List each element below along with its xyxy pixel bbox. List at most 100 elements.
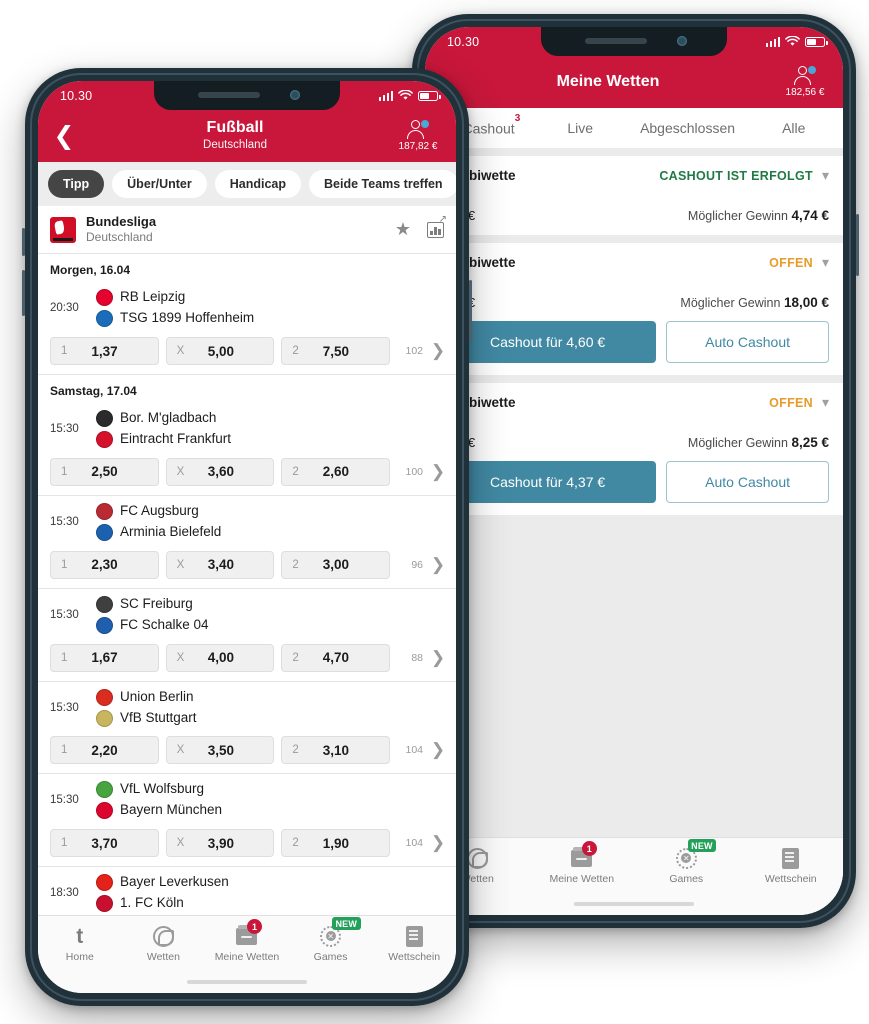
front-camera [677, 36, 687, 46]
match-info: 18:30 Bayer Leverkusen 1. FC Köln [38, 869, 456, 916]
stats-chart-icon[interactable] [427, 214, 447, 238]
chevron-right-icon[interactable]: ❯ [430, 341, 446, 361]
tabbar-item-wettschein[interactable]: Wettschein [372, 924, 456, 963]
odd-button-1[interactable]: 1 2,20 [50, 736, 159, 765]
match-row[interactable]: 15:30 Union Berlin VfB Stuttgart 1 2,20 X… [38, 681, 456, 775]
star-icon[interactable]: ★ [395, 219, 411, 240]
odd-button-x[interactable]: X 3,40 [165, 550, 275, 579]
bet-card-actions: Cashout für 4,37 € Auto Cashout [439, 461, 829, 503]
tabbar-item-games[interactable]: ✕ NEW Games [289, 917, 373, 963]
tabbar-item-wetten[interactable]: Wetten [122, 924, 206, 963]
bet-win-value: 8,25 € [791, 435, 829, 450]
tab-alle[interactable]: Alle [782, 120, 805, 136]
bet-slip-icon [778, 846, 804, 870]
market-pill-handicap[interactable]: Handicap [214, 170, 302, 198]
bet-win-label: Möglicher Gewinn [680, 296, 781, 310]
tabbar-item-games[interactable]: ✕ NEW Games [634, 839, 739, 885]
odd-button-2[interactable]: 2 1,90 [281, 829, 391, 858]
chevron-right-icon[interactable]: ❯ [430, 740, 446, 760]
chevron-right-icon[interactable]: ❯ [430, 462, 446, 482]
team-crest-icon [96, 523, 113, 541]
bet-card[interactable]: Kombiwette OFFEN ▾ 5,00 € Möglicher Gewi… [425, 243, 843, 375]
league-header[interactable]: Bundesliga Deutschland ★ [38, 206, 456, 255]
odd-button-1[interactable]: 1 3,70 [50, 829, 159, 858]
tabbar-item-meine-wetten[interactable]: 1 Meine Wetten [530, 841, 635, 885]
tabbar-item-wettschein[interactable]: Wettschein [739, 846, 844, 885]
volume-up-button[interactable] [22, 228, 25, 256]
chevron-right-icon[interactable]: ❯ [430, 648, 446, 668]
odd-button-2[interactable]: 2 3,10 [281, 736, 391, 765]
odd-button-2[interactable]: 2 4,70 [281, 643, 391, 672]
matches-scroll[interactable]: Morgen, 16.04 20:30 RB Leipzig TSG 1899 … [38, 254, 456, 927]
match-row[interactable]: 15:30 Bor. M'gladbach Eintracht Frankfur… [38, 403, 456, 496]
odd-button-1[interactable]: 1 1,67 [50, 643, 159, 672]
chevron-right-icon[interactable]: ❯ [430, 833, 446, 853]
match-row[interactable]: 15:30 SC Freiburg FC Schalke 04 1 1,67 X 4… [38, 588, 456, 682]
odd-button-1[interactable]: 1 1,37 [50, 337, 159, 366]
bet-type: Kombiwette [439, 255, 516, 270]
chevron-right-icon[interactable]: ❯ [430, 555, 446, 575]
power-button[interactable] [469, 280, 472, 342]
chevron-left-icon[interactable]: ❮ [50, 123, 78, 149]
cashout-button[interactable]: Cashout für 4,37 € [439, 461, 657, 503]
home-indicator[interactable] [187, 980, 307, 984]
match-row[interactable]: 15:30 FC Augsburg Arminia Bielefeld 1 2,3… [38, 495, 456, 589]
odd-button-2[interactable]: 2 7,50 [281, 337, 391, 366]
match-row[interactable]: 20:30 RB Leipzig TSG 1899 Hoffenheim 1 1,… [38, 282, 456, 376]
chevron-down-icon[interactable]: ▾ [822, 167, 829, 184]
bottom-tabbar-front: t Home Wetten 1 Meine Wetten ✕ NEW Games [38, 915, 456, 993]
odd-button-2[interactable]: 2 2,60 [281, 457, 391, 486]
status-time: 10.30 [447, 34, 480, 49]
tab-live[interactable]: Live [567, 120, 593, 136]
bottom-tabbar-back: Wetten 1 Meine Wetten ✕ NEW Games Wettsc… [425, 837, 843, 915]
market-filter-bar[interactable]: Tipp Über/Unter Handicap Beide Teams tre… [38, 162, 456, 206]
tabbar-item-meine-wetten[interactable]: 1 Meine Wetten [205, 919, 289, 963]
chevron-down-icon[interactable]: ▾ [822, 254, 829, 271]
auto-cashout-button[interactable]: Auto Cashout [666, 321, 829, 363]
away-team: Bayern München [96, 800, 444, 821]
match-time: 18:30 [50, 887, 79, 900]
chevron-down-icon[interactable]: ▾ [822, 394, 829, 411]
nav-header-back: Meine Wetten 182,56 € [425, 56, 843, 108]
team-crest-icon [96, 502, 113, 520]
home-team: SC Freiburg [96, 594, 444, 615]
team-crest-icon [96, 410, 113, 428]
team-crest-icon [96, 802, 113, 820]
power-button[interactable] [856, 214, 859, 276]
earpiece-speaker [198, 92, 260, 98]
auto-cashout-button[interactable]: Auto Cashout [666, 461, 829, 503]
bets-list[interactable]: Kombiwette CASHOUT IST ERFOLGT ▾ 2,00 € … [425, 148, 843, 915]
market-pill-ueber-unter[interactable]: Über/Unter [112, 170, 207, 198]
odd-button-1[interactable]: 1 2,50 [50, 457, 159, 486]
bet-card[interactable]: Kombiwette CASHOUT IST ERFOLGT ▾ 2,00 € … [425, 156, 843, 235]
odd-button-x[interactable]: X 3,60 [165, 457, 275, 486]
account-button[interactable]: 187,82 € [392, 120, 444, 152]
battery-icon [418, 90, 441, 101]
odd-value: 3,10 [322, 742, 350, 758]
tabbar-item-home[interactable]: t Home [38, 924, 122, 964]
odd-button-2[interactable]: 2 3,00 [281, 550, 391, 579]
match-row[interactable]: 15:30 VfL Wolfsburg Bayern München 1 3,70… [38, 774, 456, 868]
match-teams: Union Berlin VfB Stuttgart [96, 687, 444, 729]
odds-row: 1 2,20 X 3,50 2 3,10 104 ❯ [38, 730, 456, 765]
date-group-header: Samstag, 17.04 [38, 375, 456, 404]
tabbar-label: Meine Wetten [549, 873, 615, 885]
volume-down-button[interactable] [22, 270, 25, 316]
odd-button-x[interactable]: X 3,50 [165, 736, 275, 765]
odd-button-x[interactable]: X 5,00 [165, 337, 275, 366]
market-pill-tipp[interactable]: Tipp [48, 170, 105, 198]
account-button[interactable]: 182,56 € [779, 66, 831, 98]
odd-button-1[interactable]: 1 2,30 [50, 550, 159, 579]
box-icon: 1 [569, 841, 597, 870]
bet-card-amounts: 2,00 € Möglicher Gewinn 4,74 € [439, 208, 829, 223]
bet-card[interactable]: Kombiwette OFFEN ▾ 5,00 € Möglicher Gewi… [425, 383, 843, 515]
market-pill-beide-teams-treffen[interactable]: Beide Teams treffen [309, 170, 456, 198]
tab-cashout[interactable]: Cashout3 [463, 113, 521, 137]
odd-button-x[interactable]: X 3,90 [165, 829, 275, 858]
team-crest-icon [96, 616, 113, 634]
odd-button-x[interactable]: X 4,00 [165, 643, 275, 672]
phone-screen-front: 10.30 ❮ Fußball Deutschland 187,82 € Tip… [38, 81, 456, 993]
tab-abgeschlossen[interactable]: Abgeschlossen [640, 120, 735, 136]
home-team-name: RB Leipzig [120, 289, 186, 305]
home-indicator[interactable] [574, 902, 694, 906]
